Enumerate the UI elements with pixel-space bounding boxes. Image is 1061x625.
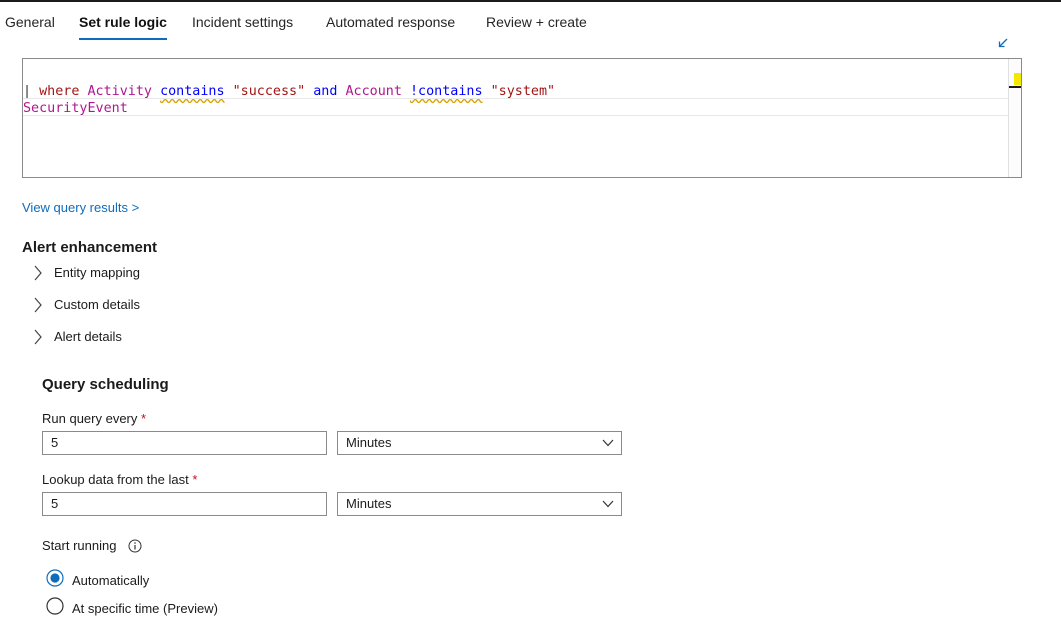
activity-column: Activity (87, 84, 153, 99)
tab-general[interactable]: General (5, 14, 55, 30)
chevron-right-icon (34, 329, 42, 345)
system-string: "system" (490, 84, 556, 99)
tab-review-create[interactable]: Review + create (486, 14, 587, 30)
view-query-results-link[interactable]: View query results > (22, 200, 139, 215)
editor-line-guide (23, 115, 1008, 116)
lookup-data-label: Lookup data from the last * (42, 472, 197, 487)
chevron-right-icon (34, 297, 42, 313)
run-query-every-input-box[interactable] (42, 431, 327, 455)
editor-scrollbar[interactable] (1008, 59, 1021, 177)
run-query-every-unit-value: Minutes (346, 435, 392, 450)
required-marker: * (141, 411, 147, 426)
where-keyword: where (39, 84, 80, 99)
tab-automated-response[interactable]: Automated response (326, 14, 455, 30)
not-contains-operator: !contains (410, 84, 483, 99)
lookup-data-unit-select[interactable]: Minutes (337, 492, 622, 516)
automatically-label[interactable]: Automatically (72, 573, 149, 588)
custom-details-label: Custom details (54, 297, 140, 312)
success-string: "success" (232, 84, 306, 99)
collapse-editor-icon[interactable] (996, 36, 1010, 50)
tab-incident-settings[interactable]: Incident settings (192, 14, 293, 30)
run-query-every-text: Run query every (42, 411, 138, 426)
required-marker: * (192, 472, 198, 487)
run-query-every-label: Run query every * (42, 411, 146, 426)
run-query-every-input[interactable] (51, 432, 321, 452)
entity-mapping-label: Entity mapping (54, 265, 140, 280)
query-editor[interactable]: SecurityEvent | where Activity contains … (22, 58, 1022, 178)
start-running-label: Start running (42, 538, 117, 553)
chevron-right-icon (34, 265, 42, 281)
top-border (0, 0, 1061, 2)
editor-line-guide (23, 98, 1008, 99)
and-operator: and (313, 84, 338, 99)
query-table-name: SecurityEvent (23, 101, 128, 116)
chevron-down-icon (602, 439, 614, 447)
run-query-every-unit-select[interactable]: Minutes (337, 431, 622, 455)
lookup-data-input[interactable] (51, 493, 321, 513)
automatically-radio[interactable] (46, 569, 64, 587)
alert-details-label: Alert details (54, 329, 122, 344)
scroll-cursor-marker (1009, 86, 1021, 88)
lookup-data-text: Lookup data from the last (42, 472, 189, 487)
lookup-data-input-box[interactable] (42, 492, 327, 516)
tab-set-rule-logic[interactable]: Set rule logic (79, 14, 167, 40)
pipe-token: | (23, 84, 40, 99)
specific-time-label[interactable]: At specific time (Preview) (72, 601, 218, 616)
scroll-marker (1014, 73, 1021, 85)
query-scheduling-title: Query scheduling (42, 376, 169, 393)
info-icon[interactable] (128, 539, 142, 553)
contains-operator: contains (160, 84, 225, 99)
chevron-down-icon (602, 500, 614, 508)
lookup-data-unit-value: Minutes (346, 496, 392, 511)
specific-time-radio[interactable] (46, 597, 64, 615)
account-column: Account (345, 84, 402, 99)
query-code[interactable]: SecurityEvent | where Activity contains … (23, 61, 555, 175)
alert-enhancement-title: Alert enhancement (22, 239, 158, 256)
